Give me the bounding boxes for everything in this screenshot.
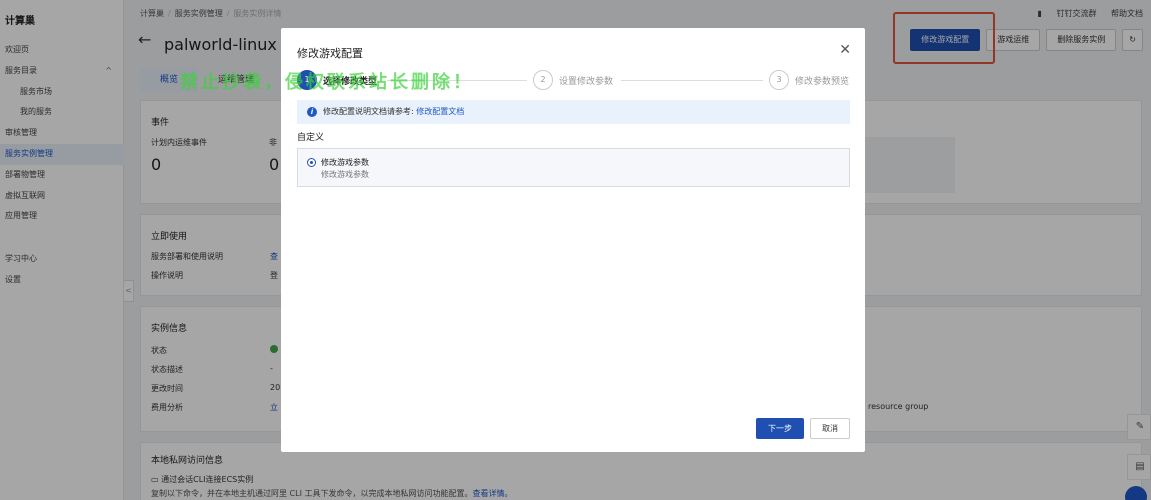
option-title: 修改游戏参数 xyxy=(321,158,369,167)
info-icon: i xyxy=(307,107,317,117)
info-text: 修改配置说明文档请参考: xyxy=(323,107,417,116)
dialog-footer: 下一步 取消 xyxy=(756,418,850,439)
close-icon[interactable]: ✕ xyxy=(839,42,851,58)
dialog-title: 修改游戏配置 xyxy=(297,47,363,60)
watermark-text: 禁止抄袭，侵权联系站长删除！ xyxy=(180,72,474,93)
info-banner: i 修改配置说明文档请参考: 修改配置文档 xyxy=(297,100,850,124)
config-doc-link[interactable]: 修改配置文档 xyxy=(416,107,464,116)
modify-game-params-option[interactable]: 修改游戏参数 修改游戏参数 xyxy=(297,148,850,187)
option-desc: 修改游戏参数 xyxy=(321,170,369,179)
next-step-button[interactable]: 下一步 xyxy=(756,418,804,439)
step-3-circle: 3 xyxy=(769,70,789,90)
custom-section-label: 自定义 xyxy=(297,133,325,143)
step-2-label: 设置修改参数 xyxy=(559,77,614,87)
cancel-button[interactable]: 取消 xyxy=(810,418,850,439)
step-connector xyxy=(621,80,763,81)
radio-selected[interactable] xyxy=(307,158,316,167)
step-2-circle: 2 xyxy=(533,70,553,90)
step-3-label: 修改参数预览 xyxy=(795,77,850,87)
